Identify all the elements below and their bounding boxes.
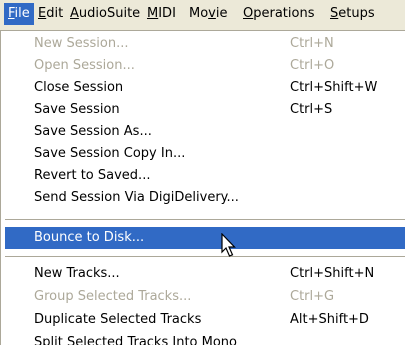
menu-item-shortcut: Ctrl+Shift+N	[290, 266, 375, 281]
menu-file[interactable]: File	[4, 3, 34, 25]
menu-item-shortcut: Ctrl+N	[290, 36, 334, 51]
menu-audiosuite[interactable]: AudioSuite	[66, 3, 144, 25]
menu-item-label: Duplicate Selected Tracks	[34, 312, 202, 327]
menu-item-shortcut: Ctrl+G	[290, 289, 335, 304]
menu-item-save-session[interactable]: Save Session Ctrl+S	[1, 99, 405, 121]
menu-file-rest: ile	[14, 6, 30, 21]
menu-item-label: Send Session Via DigiDelivery...	[34, 190, 239, 205]
menu-item-label: Save Session As...	[34, 124, 152, 139]
menu-item-label: Save Session Copy In...	[34, 146, 186, 161]
menu-bar: File Edit AudioSuite MIDI Movie Operatio…	[0, 0, 405, 31]
menu-item-open-session[interactable]: Open Session... Ctrl+O	[1, 55, 405, 77]
menu-item-duplicate-selected-tracks[interactable]: Duplicate Selected Tracks Alt+Shift+D	[1, 309, 405, 331]
menu-separator	[5, 256, 405, 258]
menu-item-label: Split Selected Tracks Into Mono	[34, 335, 237, 345]
file-menu-dropdown: New Session... Ctrl+N Open Session... Ct…	[0, 31, 405, 345]
menu-audiosuite-rest: udioSuite	[78, 6, 141, 21]
menu-edit-accel: E	[38, 6, 47, 21]
menu-movie-rest: ie	[215, 6, 228, 21]
menu-item-shortcut: Alt+Shift+D	[290, 312, 369, 327]
menu-item-save-session-copy-in[interactable]: Save Session Copy In...	[1, 143, 405, 165]
menu-item-group-selected-tracks[interactable]: Group Selected Tracks... Ctrl+G	[1, 286, 405, 308]
menu-operations[interactable]: Operations	[239, 3, 318, 25]
menu-item-send-session-via-digidelivery[interactable]: Send Session Via DigiDelivery...	[1, 187, 405, 209]
menu-operations-accel: O	[243, 6, 254, 21]
menu-midi[interactable]: MIDI	[143, 3, 180, 25]
menu-edit[interactable]: Edit	[34, 3, 67, 25]
menu-item-revert-to-saved[interactable]: Revert to Saved...	[1, 165, 405, 187]
menu-item-bounce-to-disk[interactable]: Bounce to Disk...	[5, 227, 405, 249]
menu-item-new-session[interactable]: New Session... Ctrl+N	[1, 33, 405, 55]
menu-operations-rest: perations	[253, 6, 315, 21]
menu-midi-rest: IDI	[158, 6, 176, 21]
menu-setups-rest: etups	[338, 6, 375, 21]
menu-audiosuite-accel: A	[70, 6, 79, 21]
menu-item-new-tracks[interactable]: New Tracks... Ctrl+Shift+N	[1, 263, 405, 285]
menu-midi-accel: M	[147, 6, 159, 21]
menu-separator	[5, 219, 405, 221]
menu-item-label: New Session...	[34, 36, 129, 51]
menu-item-save-session-as[interactable]: Save Session As...	[1, 121, 405, 143]
menu-item-split-selected-tracks-into-mono[interactable]: Split Selected Tracks Into Mono	[1, 332, 405, 345]
menu-item-label: Group Selected Tracks...	[34, 289, 192, 304]
app-window: File Edit AudioSuite MIDI Movie Operatio…	[0, 0, 405, 345]
menu-item-label: Close Session	[34, 80, 124, 95]
menu-setups[interactable]: Setups	[326, 3, 379, 25]
menu-edit-rest: dit	[46, 6, 64, 21]
menu-item-shortcut: Ctrl+S	[290, 102, 333, 117]
menu-movie[interactable]: Movie	[185, 3, 232, 25]
menu-item-label: New Tracks...	[34, 266, 120, 281]
menu-item-label: Revert to Saved...	[34, 168, 151, 183]
menu-item-label: Save Session	[34, 102, 120, 117]
menu-item-label: Open Session...	[34, 58, 135, 73]
menu-movie-pre: Mo	[189, 6, 209, 21]
menu-item-label: Bounce to Disk...	[34, 230, 145, 245]
menu-movie-accel: v	[208, 6, 216, 21]
menu-item-close-session[interactable]: Close Session Ctrl+Shift+W	[1, 77, 405, 99]
menu-item-shortcut: Ctrl+Shift+W	[290, 80, 378, 95]
mouse-pointer-icon	[221, 233, 236, 257]
menu-item-shortcut: Ctrl+O	[290, 58, 335, 73]
